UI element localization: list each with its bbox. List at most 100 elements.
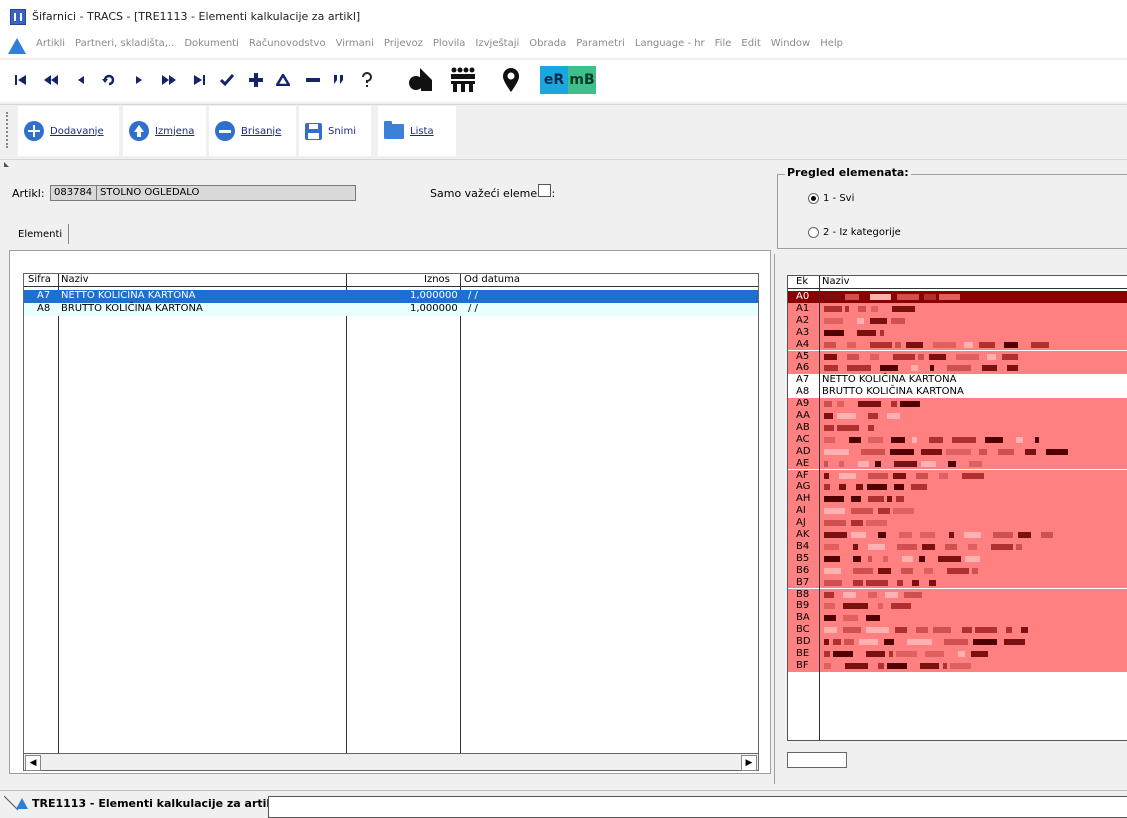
list-item[interactable]: B9 xyxy=(788,600,1127,613)
menu-partneri[interactable]: Partneri, skladišta,.. xyxy=(75,38,174,49)
menu-parametri[interactable]: Parametri xyxy=(576,38,625,49)
element-code: AJ xyxy=(796,517,806,529)
column-header-ek[interactable]: Ek xyxy=(796,276,808,288)
list-item[interactable]: B5 xyxy=(788,552,1127,565)
list-item[interactable]: BE xyxy=(788,648,1127,660)
group-icon[interactable] xyxy=(447,64,479,96)
list-item[interactable]: A4 xyxy=(788,338,1127,351)
previous-record-icon[interactable] xyxy=(70,68,92,92)
table-row[interactable]: A8 BRUTTO KOLIČINA KARTONA 1,000000 / / xyxy=(24,303,758,316)
list-item[interactable]: BC xyxy=(788,624,1127,637)
mb-button[interactable]: mB xyxy=(568,66,596,94)
list-item[interactable]: AH xyxy=(788,493,1127,506)
obscured-text-block xyxy=(968,543,977,550)
menu-help[interactable]: Help xyxy=(820,38,843,49)
list-item[interactable]: A8 BRUTTO KOLIČINA KARTONA xyxy=(788,386,1127,399)
menu-prijevoz[interactable]: Prijevoz xyxy=(384,38,423,49)
list-item[interactable]: AC xyxy=(788,433,1127,446)
column-header-iznos[interactable]: Iznos xyxy=(424,274,450,286)
menu-file[interactable]: File xyxy=(715,38,732,49)
menu-virmani[interactable]: Virmani xyxy=(336,38,374,49)
last-record-icon[interactable] xyxy=(188,68,210,92)
list-item[interactable]: BD xyxy=(788,636,1127,648)
radio-iz-kategorije[interactable] xyxy=(808,227,819,238)
location-pin-icon[interactable] xyxy=(495,64,527,96)
list-item[interactable]: AK xyxy=(788,529,1127,541)
toolbar-grip[interactable] xyxy=(6,112,12,148)
obscured-text-block xyxy=(895,341,901,348)
next-record-icon[interactable] xyxy=(128,68,150,92)
list-item[interactable]: A3 xyxy=(788,326,1127,339)
horizontal-scrollbar[interactable]: ◀ ▶ xyxy=(23,753,759,771)
samo-vazeci-checkbox[interactable] xyxy=(538,184,551,197)
er-button[interactable]: eR xyxy=(540,66,568,94)
list-item[interactable]: A7 NETTO KOLIČINA KARTONA xyxy=(788,374,1127,387)
scroll-right-icon[interactable]: ▶ xyxy=(741,755,757,771)
list-item[interactable]: AD xyxy=(788,445,1127,458)
status-tab-label[interactable]: TRE1113 - Elementi kalkulacije za artikl xyxy=(32,797,278,810)
menu-obrada[interactable]: Obrada xyxy=(529,38,566,49)
list-item[interactable]: AA xyxy=(788,410,1127,422)
column-header-od-datuma[interactable]: Od datuma xyxy=(464,274,520,286)
shapes-icon[interactable] xyxy=(405,64,437,96)
checkmark-icon[interactable] xyxy=(216,68,238,92)
list-item[interactable]: AB xyxy=(788,421,1127,434)
help-question-icon[interactable] xyxy=(356,68,378,92)
radio-iz-kategorije-label[interactable]: 2 - Iz kategorije xyxy=(823,227,901,238)
artikl-code-field[interactable]: 083784 xyxy=(50,185,97,201)
delete-button[interactable]: Brisanje xyxy=(209,106,296,156)
list-item[interactable]: B7 xyxy=(788,576,1127,589)
list-item[interactable]: BA xyxy=(788,612,1127,625)
minus-icon[interactable] xyxy=(302,68,324,92)
app-icon xyxy=(10,9,26,25)
table-row[interactable]: A7 NETTO KOLIČINA KARTONA 1,000000 / / xyxy=(24,290,758,303)
save-button[interactable]: Snimi xyxy=(299,106,371,156)
list-item[interactable]: A5 xyxy=(788,350,1127,363)
next-page-icon[interactable] xyxy=(158,68,180,92)
artikl-name-field[interactable]: STOLNO OGLEDALO xyxy=(96,185,356,201)
list-item[interactable]: A0 xyxy=(788,291,1127,303)
list-item[interactable]: A9 xyxy=(788,398,1127,410)
previous-page-icon[interactable] xyxy=(40,68,62,92)
list-item[interactable]: AI xyxy=(788,505,1127,518)
list-button[interactable]: Lista xyxy=(378,106,456,156)
menu-language[interactable]: Language - hr xyxy=(635,38,705,49)
column-header-naziv[interactable]: Naziv xyxy=(822,276,850,288)
menu-edit[interactable]: Edit xyxy=(741,38,760,49)
column-header-naziv[interactable]: Naziv xyxy=(61,274,89,286)
right-filter-field[interactable] xyxy=(787,752,847,768)
list-item[interactable]: AG xyxy=(788,481,1127,494)
radio-svi[interactable] xyxy=(808,193,819,204)
list-item[interactable]: BF xyxy=(788,659,1127,672)
refresh-icon[interactable] xyxy=(98,68,120,92)
edit-button[interactable]: Izmjena xyxy=(123,106,206,156)
menu-izvjestaji[interactable]: Izvještaji xyxy=(475,38,519,49)
menu-artikli[interactable]: Artikli xyxy=(36,38,65,49)
obscured-text-block xyxy=(897,579,903,586)
menu-dokumenti[interactable]: Dokumenti xyxy=(184,38,239,49)
list-item[interactable]: A1 xyxy=(788,302,1127,315)
list-item[interactable]: B6 xyxy=(788,564,1127,577)
radio-svi-label[interactable]: 1 - Svi xyxy=(823,193,854,204)
menu-racunovodstvo[interactable]: Računovodstvo xyxy=(249,38,326,49)
menu-window[interactable]: Window xyxy=(771,38,810,49)
list-item[interactable]: B4 xyxy=(788,540,1127,553)
list-item[interactable]: B8 xyxy=(788,588,1127,601)
tab-elementi[interactable]: Elementi xyxy=(12,224,70,244)
list-item[interactable]: AF xyxy=(788,469,1127,482)
list-item[interactable]: A6 xyxy=(788,362,1127,375)
column-header-sifra[interactable]: Šifra xyxy=(28,274,51,286)
scroll-left-icon[interactable]: ◀ xyxy=(25,755,41,771)
element-list-grid[interactable]: Ek Naziv A0 A1 A2 A3 A4 A5 A6 A7 NETTO KOLIČINA … xyxy=(787,275,1127,741)
list-item[interactable]: AJ xyxy=(788,517,1127,529)
triangle-icon[interactable] xyxy=(272,68,294,92)
obscured-text-block xyxy=(859,639,878,646)
menu-plovila[interactable]: Plovila xyxy=(433,38,466,49)
elementi-grid[interactable]: Šifra Naziv Iznos Od datuma A7 NETTO KOL… xyxy=(23,273,759,755)
add-button[interactable]: Dodavanje xyxy=(18,106,119,156)
list-item[interactable]: AE xyxy=(788,457,1127,470)
first-record-icon[interactable] xyxy=(10,68,32,92)
quote-icon[interactable] xyxy=(328,68,350,92)
list-item[interactable]: A2 xyxy=(788,314,1127,327)
plus-icon[interactable] xyxy=(245,68,267,92)
